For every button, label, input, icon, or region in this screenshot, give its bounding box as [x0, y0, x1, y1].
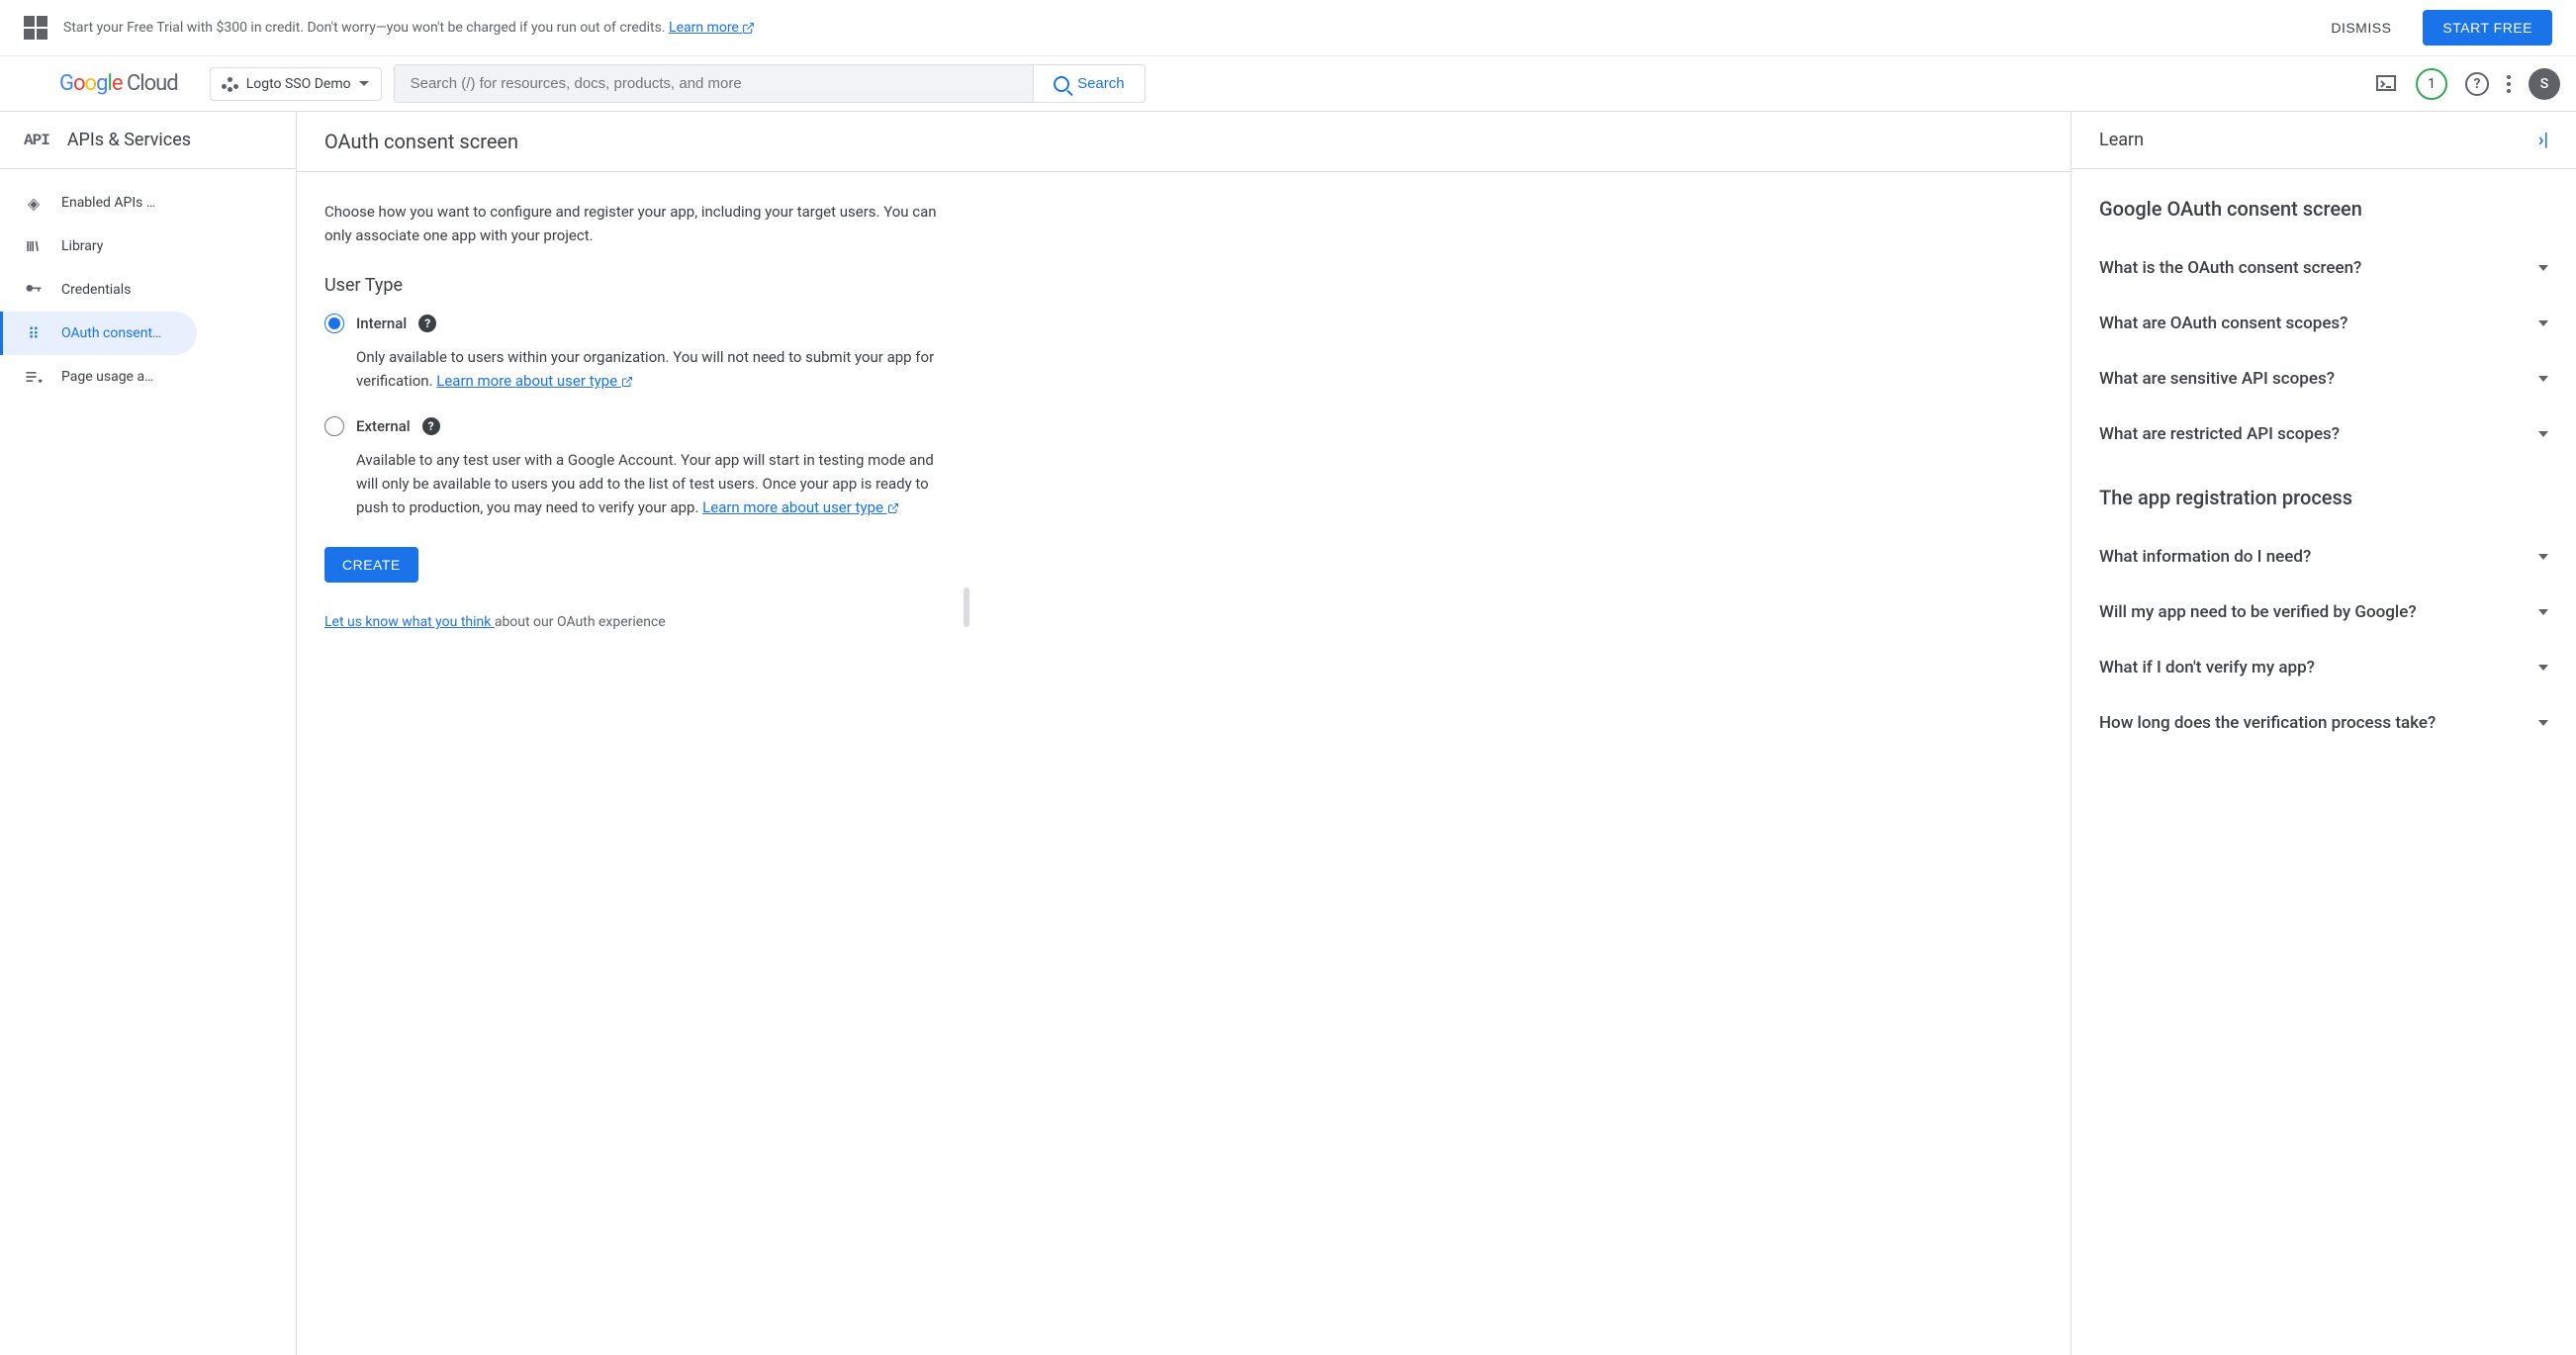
learn-section1-title: Google OAuth consent screen [2099, 197, 2548, 221]
sidebar-item-label: Enabled APIs … [61, 195, 155, 211]
internal-learn-more-link[interactable]: Learn more about user type [436, 372, 633, 390]
diamond-icon: ◈ [24, 193, 44, 213]
learn-panel: Learn ›| Google OAuth consent screen Wha… [2071, 112, 2576, 1355]
project-selector[interactable]: Logto SSO Demo [210, 67, 382, 101]
create-button[interactable]: CREATE [324, 547, 418, 583]
search-container: Search [394, 64, 1146, 103]
accordion-item[interactable]: Will my app need to be verified by Googl… [2099, 585, 2548, 640]
more-menu-icon[interactable] [2507, 75, 2511, 93]
search-button[interactable]: Search [1033, 65, 1145, 102]
key-icon [24, 280, 44, 300]
external-radio-label[interactable]: External ? [324, 416, 942, 436]
feedback-text: Let us know what you think about our OAu… [324, 614, 942, 630]
accordion-item[interactable]: What is the OAuth consent screen? [2099, 240, 2548, 296]
gift-icon [24, 16, 47, 40]
accordion-label: Will my app need to be verified by Googl… [2099, 602, 2417, 622]
page-icon [24, 367, 44, 387]
sidebar-item-label: Credentials [61, 282, 131, 298]
chevron-down-icon [2538, 265, 2548, 271]
accordion-label: What is the OAuth consent screen? [2099, 258, 2361, 278]
sidebar-item-page-usage[interactable]: Page usage a… [0, 355, 197, 399]
intro-text: Choose how you want to configure and reg… [324, 200, 942, 247]
library-icon [24, 236, 44, 256]
sidebar-item-enabled-apis[interactable]: ◈ Enabled APIs … [0, 181, 197, 225]
accordion-label: What if I don't verify my app? [2099, 658, 2315, 678]
accordion-label: What information do I need? [2099, 547, 2311, 567]
learn-title: Learn [2099, 130, 2144, 150]
external-radio[interactable] [324, 416, 344, 436]
sidebar-item-label: Page usage a… [61, 369, 153, 385]
accordion-item[interactable]: How long does the verification process t… [2099, 695, 2548, 751]
accordion-item[interactable]: What are restricted API scopes? [2099, 406, 2548, 462]
learn-section2-title: The app registration process [2099, 486, 2548, 509]
internal-radio-label[interactable]: Internal ? [324, 314, 942, 333]
user-type-heading: User Type [324, 275, 942, 296]
external-learn-more-link[interactable]: Learn more about user type [702, 498, 899, 516]
external-label-text: External [356, 417, 411, 435]
start-free-button[interactable]: START FREE [2423, 10, 2552, 45]
project-name: Logto SSO Demo [246, 76, 351, 92]
dismiss-button[interactable]: DISMISS [2315, 12, 2407, 44]
promo-text: Start your Free Trial with $300 in credi… [63, 20, 2299, 36]
promo-banner: Start your Free Trial with $300 in credi… [0, 0, 2576, 56]
internal-radio[interactable] [324, 314, 344, 333]
sidebar: API APIs & Services ◈ Enabled APIs … Lib… [0, 112, 297, 1355]
help-icon[interactable]: ? [2465, 72, 2489, 96]
sidebar-item-label: OAuth consent… [61, 325, 161, 341]
scrollbar[interactable] [964, 587, 969, 627]
accordion-item[interactable]: What if I don't verify my app? [2099, 640, 2548, 695]
chevron-down-icon [2538, 431, 2548, 437]
search-input[interactable] [395, 65, 1033, 102]
chevron-down-icon [2538, 554, 2548, 560]
feedback-link[interactable]: Let us know what you think [324, 614, 495, 630]
sidebar-item-oauth-consent[interactable]: ⠿ OAuth consent… [0, 312, 197, 355]
chevron-down-icon [359, 81, 369, 86]
internal-label-text: Internal [356, 315, 407, 332]
search-icon [1054, 76, 1069, 92]
help-icon[interactable]: ? [422, 417, 440, 435]
notifications-badge[interactable]: 1 [2416, 68, 2447, 100]
sidebar-header: API APIs & Services [0, 112, 296, 169]
page-title: OAuth consent screen [324, 130, 2043, 153]
project-icon [223, 76, 238, 92]
sidebar-item-credentials[interactable]: Credentials [0, 268, 197, 312]
accordion-label: How long does the verification process t… [2099, 713, 2436, 733]
accordion-item[interactable]: What are sensitive API scopes? [2099, 351, 2548, 406]
chevron-down-icon [2538, 720, 2548, 726]
accordion-label: What are OAuth consent scopes? [2099, 314, 2347, 333]
chevron-down-icon [2538, 320, 2548, 326]
accordion-item[interactable]: What information do I need? [2099, 529, 2548, 585]
google-cloud-logo[interactable]: Google Cloud [59, 71, 178, 96]
chevron-down-icon [2538, 609, 2548, 615]
sidebar-item-label: Library [61, 238, 103, 254]
hamburger-menu-icon[interactable] [16, 72, 40, 96]
chevron-down-icon [2538, 665, 2548, 671]
help-icon[interactable]: ? [418, 315, 436, 332]
external-description: Available to any test user with a Google… [356, 448, 942, 519]
sidebar-title: APIs & Services [67, 130, 191, 150]
promo-learn-more-link[interactable]: Learn more [669, 20, 755, 36]
main-panel: OAuth consent screen Choose how you want… [297, 112, 2071, 1355]
consent-icon: ⠿ [24, 323, 44, 343]
account-avatar[interactable]: S [2529, 68, 2560, 100]
internal-description: Only available to users within your orga… [356, 345, 942, 393]
accordion-item[interactable]: What are OAuth consent scopes? [2099, 296, 2548, 351]
chevron-down-icon [2538, 376, 2548, 382]
accordion-label: What are sensitive API scopes? [2099, 369, 2335, 389]
sidebar-item-library[interactable]: Library [0, 225, 197, 268]
cloud-shell-icon[interactable] [2374, 72, 2398, 96]
header: Google Cloud Logto SSO Demo Search 1 ? S [0, 56, 2576, 112]
accordion-label: What are restricted API scopes? [2099, 424, 2340, 444]
api-icon: API [24, 132, 49, 149]
collapse-panel-icon[interactable]: ›| [2538, 130, 2548, 150]
